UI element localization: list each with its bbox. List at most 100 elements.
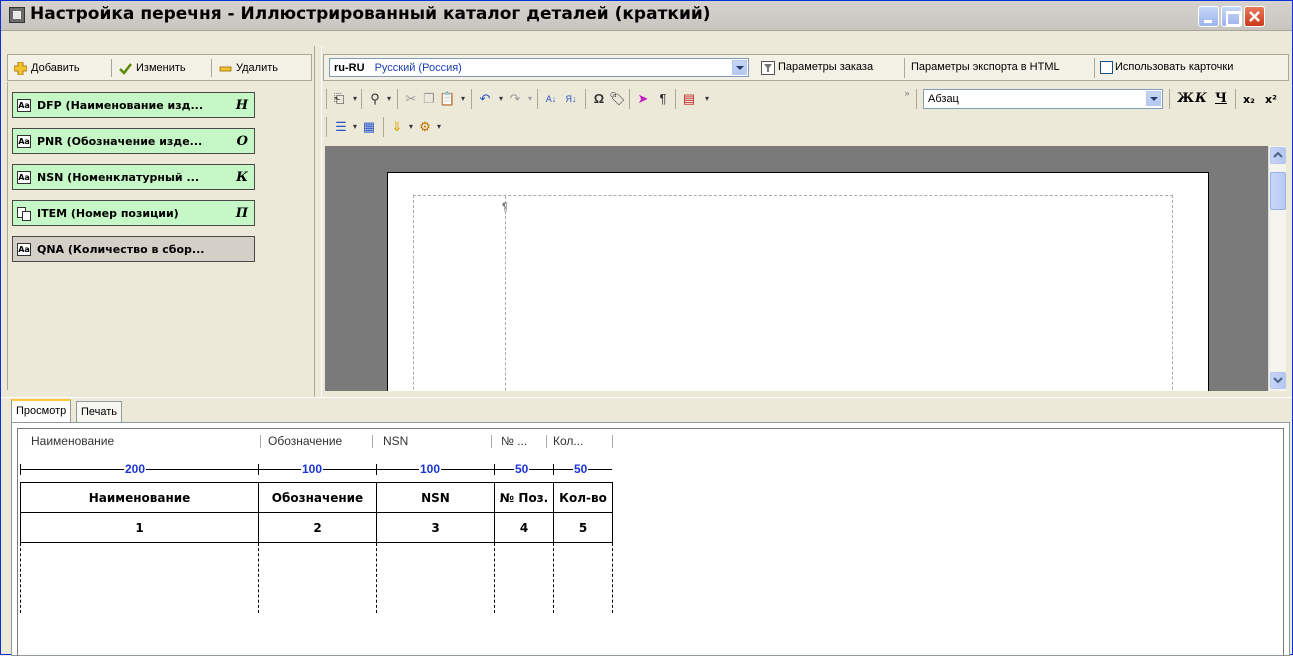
column-guide (494, 543, 495, 613)
field-label: DFP (Наименование изд... (37, 98, 204, 112)
tag-icon[interactable]: 🏷 (609, 91, 626, 107)
separator (326, 89, 327, 109)
column-header-name[interactable]: Наименование (31, 434, 114, 448)
cursor-move-icon[interactable]: ➤ (635, 91, 651, 107)
bold-button[interactable]: Ж (1177, 91, 1194, 106)
dimension-tick (258, 464, 259, 475)
field-item-item[interactable]: ITEM (Номер позиции) П (12, 200, 255, 226)
width-label: 50 (573, 462, 589, 476)
field-item-dfp[interactable]: Aa DFP (Наименование изд... Н (12, 92, 255, 118)
vertical-scrollbar[interactable] (1268, 146, 1286, 391)
field-hotkey: Н (235, 97, 248, 113)
field-item-pnr[interactable]: Aa PNR (Обозначение изде... О (12, 128, 255, 154)
use-cards-label: Использовать карточки (1115, 61, 1234, 73)
add-button[interactable]: Добавить (14, 59, 80, 77)
italic-button[interactable]: К (1195, 91, 1207, 106)
width-label: 200 (124, 462, 147, 476)
dimension-tick (376, 464, 377, 475)
separator (1235, 89, 1236, 109)
chevron-down-icon[interactable]: ▾ (522, 91, 538, 107)
language-name: Русский (Россия) (374, 61, 462, 74)
separator (111, 59, 112, 77)
column-header-designation[interactable]: Обозначение (268, 434, 342, 448)
table-header-cell: NSN (376, 482, 495, 513)
title-bar: Настройка перечня - Иллюстрированный кат… (1, 1, 1292, 31)
funnel-icon (761, 61, 775, 75)
superscript-button[interactable]: x² (1265, 93, 1277, 106)
spellcheck-icon[interactable]: ⎗ (331, 91, 347, 107)
close-button[interactable] (1244, 6, 1265, 27)
separator (471, 89, 472, 109)
vertical-splitter[interactable] (314, 46, 322, 398)
use-cards-checkbox[interactable] (1100, 61, 1113, 74)
paragraph-style-select[interactable]: Абзац (923, 89, 1163, 109)
chevron-down-icon[interactable] (732, 60, 747, 75)
dimension-tick (553, 464, 554, 475)
table-header-cell: Кол-во (553, 482, 613, 513)
separator (1169, 89, 1170, 109)
paste-icon[interactable]: 📋 (439, 91, 455, 107)
order-params-button[interactable]: Параметры заказа (761, 58, 901, 78)
table-icon[interactable]: ▦ (361, 119, 377, 135)
html-export-button[interactable]: Параметры экспорта в HTML (911, 61, 1060, 73)
chevron-down-icon[interactable]: ▾ (699, 91, 715, 107)
subscript-button[interactable]: x₂ (1243, 93, 1255, 106)
field-hotkey: О (236, 133, 248, 149)
document-canvas[interactable]: ¶ (325, 146, 1268, 391)
field-item-nsn[interactable]: Aa NSN (Номенклатурный ... К (12, 164, 255, 190)
separator (546, 435, 547, 448)
sort-ascending-icon[interactable]: A↓ (543, 91, 559, 107)
redo-icon[interactable]: ↷ (507, 91, 523, 107)
language-select[interactable]: ru-RU Русский (Россия) (329, 58, 749, 77)
underline-button[interactable]: Ч (1215, 91, 1227, 106)
copy-icon[interactable]: ❐ (421, 91, 437, 107)
separator (383, 117, 384, 137)
minimize-button[interactable] (1198, 6, 1219, 27)
column-header-quantity[interactable]: Кол... (553, 434, 583, 448)
tab-print[interactable]: Печать (76, 401, 123, 422)
edit-button[interactable]: Изменить (119, 59, 186, 77)
preview-panel: Наименование Обозначение NSN № ... Кол..… (11, 422, 1290, 656)
window-title: Настройка перечня - Иллюстрированный кат… (30, 4, 711, 24)
app-icon (9, 7, 25, 23)
text-field-icon: Aa (17, 134, 31, 148)
text-field-icon: Aa (17, 98, 31, 112)
chevron-down-icon[interactable]: ▾ (431, 119, 447, 135)
separator (397, 89, 398, 109)
scroll-up-button[interactable] (1270, 147, 1286, 164)
tab-preview[interactable]: Просмотр (11, 399, 72, 423)
scroll-thumb[interactable] (1270, 172, 1286, 210)
checkmark-icon (119, 62, 132, 75)
table-cell: 4 (494, 512, 554, 543)
chevron-down-icon[interactable] (1146, 91, 1161, 106)
sort-descending-icon[interactable]: Я↓ (563, 91, 579, 107)
pilcrow-icon[interactable]: ¶ (655, 91, 671, 107)
chevron-down-icon[interactable]: ▾ (455, 91, 471, 107)
table-header-cell: Наименование (20, 482, 259, 513)
scroll-down-button[interactable] (1270, 372, 1286, 389)
separator (1094, 58, 1095, 78)
insert-field-icon[interactable]: ▤ (681, 91, 697, 107)
field-label: PNR (Обозначение изде... (37, 134, 203, 148)
field-hotkey: П (235, 205, 248, 221)
plus-icon (14, 61, 27, 75)
overflow-icon[interactable]: » (899, 85, 915, 101)
undo-icon[interactable]: ↶ (477, 91, 493, 107)
chevron-down-icon[interactable]: ▾ (381, 91, 397, 107)
document-page[interactable]: ¶ (387, 172, 1209, 391)
table-cell: 2 (258, 512, 377, 543)
column-header-nsn[interactable]: NSN (383, 434, 408, 448)
field-item-qna[interactable]: Aa QNA (Количество в сбор... (12, 236, 255, 262)
column-header-position[interactable]: № ... (501, 434, 527, 448)
maximize-button[interactable] (1221, 6, 1242, 27)
separator (904, 58, 905, 78)
width-label: 50 (514, 462, 530, 476)
width-label: 100 (419, 462, 442, 476)
special-char-icon[interactable]: Ω (591, 91, 607, 107)
horizontal-splitter[interactable] (1, 397, 1292, 401)
delete-button[interactable]: Удалить (219, 59, 278, 77)
cut-icon[interactable]: ✂ (403, 91, 419, 107)
separator (491, 435, 492, 448)
minus-icon (219, 66, 232, 71)
table-cell: 3 (376, 512, 495, 543)
